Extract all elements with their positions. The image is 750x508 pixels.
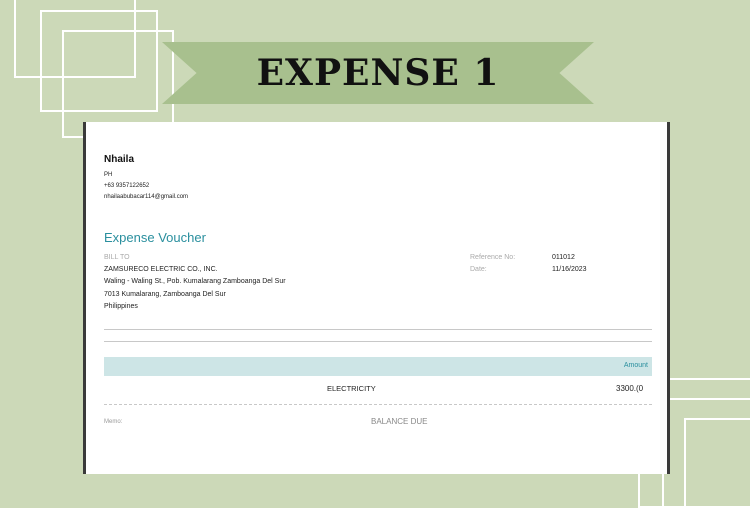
company-phone: +63 9357122652 [104, 183, 150, 189]
bill-to-address-line: 7013 Kumalarang, Zamboanga Del Sur [104, 291, 226, 298]
bill-to-address-line: Waling - Waling St., Pob. Kumalarang Zam… [104, 278, 286, 285]
expense-voucher-document: Nhaila PH +63 9357122652 nhailaabubacar1… [83, 122, 670, 474]
table-header: Amount [104, 357, 652, 376]
voucher-title: Expense Voucher [104, 230, 206, 245]
divider [104, 341, 652, 342]
dashed-divider [104, 404, 652, 405]
date-label: Date: [470, 266, 487, 273]
memo-label: Memo: [104, 419, 123, 425]
balance-due-label: BALANCE DUE [371, 417, 428, 426]
reference-label: Reference No: [470, 254, 516, 261]
date-value: 11/16/2023 [552, 266, 587, 273]
bill-to-country: Philippines [104, 303, 138, 310]
company-country: PH [104, 172, 113, 178]
decorative-frame [684, 418, 750, 508]
company-name: Nhaila [104, 154, 135, 165]
line-item-amount: 3300.(0 [616, 384, 644, 393]
reference-value: 011012 [552, 254, 575, 261]
bill-to-label: BILL TO [104, 254, 130, 261]
line-item-description: ELECTRICITY [327, 384, 376, 393]
divider [104, 329, 652, 330]
banner-title: EXPENSE 1 [256, 52, 500, 94]
company-email: nhailaabubacar114@gmail.com [104, 194, 189, 200]
bill-to-name: ZAMSURECO ELECTRIC CO., INC. [104, 266, 218, 273]
amount-column-header: Amount [623, 362, 648, 369]
